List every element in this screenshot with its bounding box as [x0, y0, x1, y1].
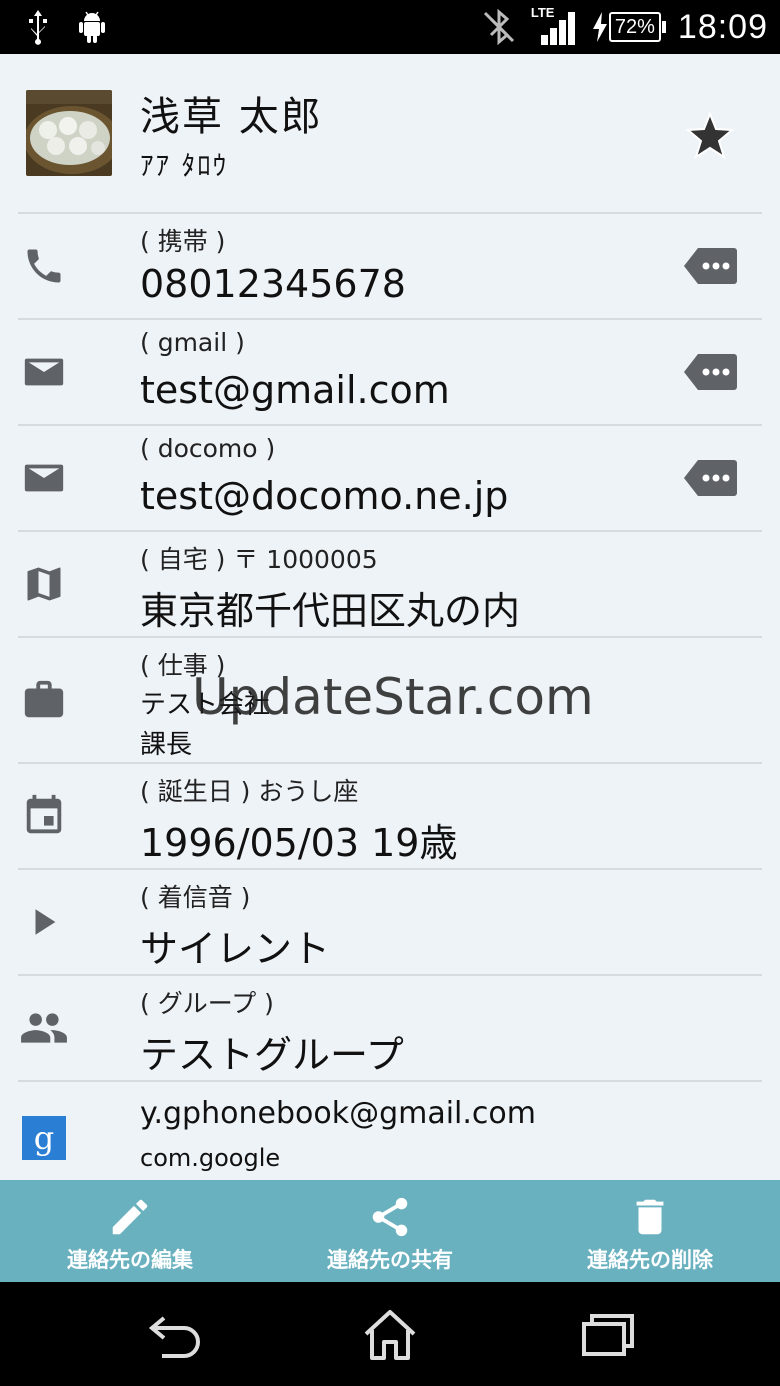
- play-icon: [18, 896, 70, 948]
- usb-icon: [29, 10, 47, 45]
- address-label: ( 自宅 ) 〒 1000005: [140, 545, 378, 574]
- delete-contact-label: 連絡先の削除: [587, 1248, 713, 1272]
- battery-percent: 72%: [608, 12, 661, 42]
- ringtone-value: サイレント: [140, 927, 331, 971]
- ringtone-row[interactable]: ( 着信音 ) サイレント: [18, 868, 762, 974]
- charging-icon: [592, 12, 607, 42]
- status-bar: LTE 72% 18:09: [0, 0, 780, 54]
- email-type-label: ( gmail ): [140, 328, 245, 357]
- job-title: 課長: [140, 730, 193, 760]
- phone-icon: [18, 240, 70, 292]
- account-email: y.gphonebook@gmail.com: [140, 1096, 536, 1131]
- calendar-icon: [18, 790, 70, 842]
- status-left: [24, 8, 108, 46]
- home-icon[interactable]: [360, 1306, 420, 1362]
- contact-detail: 浅草 太郎 ｱｱ ﾀﾛｳ ( 携帯 ) 08012345678 ( gmail …: [0, 54, 780, 1180]
- email-address: test@docomo.ne.jp: [140, 474, 509, 518]
- avatar[interactable]: [26, 90, 112, 176]
- message-icon[interactable]: [682, 352, 738, 392]
- recent-apps-icon[interactable]: [578, 1306, 638, 1362]
- delete-contact-button[interactable]: 連絡先の削除: [520, 1180, 780, 1282]
- share-contact-button[interactable]: 連絡先の共有: [260, 1180, 520, 1282]
- share-contact-label: 連絡先の共有: [327, 1248, 453, 1272]
- email-address: test@gmail.com: [140, 368, 450, 412]
- email-type-label: ( docomo ): [140, 434, 276, 463]
- pencil-icon: [112, 1199, 148, 1235]
- phone-number: 08012345678: [140, 262, 406, 306]
- clock: 18:09: [677, 7, 768, 46]
- action-bar: 連絡先の編集 連絡先の共有 連絡先の削除: [0, 1180, 780, 1282]
- message-icon[interactable]: [682, 458, 738, 498]
- birthday-row[interactable]: ( 誕生日 ) おうし座 1996/05/03 19歳: [18, 762, 762, 868]
- ringtone-label: ( 着信音 ): [140, 883, 251, 912]
- bluetooth-off-icon: [483, 8, 514, 46]
- map-icon: [18, 558, 70, 610]
- people-icon: [18, 1002, 70, 1054]
- group-label: ( グループ ): [140, 989, 274, 1018]
- group-row[interactable]: ( グループ ) テストグループ: [18, 974, 762, 1080]
- briefcase-icon: [18, 674, 70, 726]
- signal-icon: LTE: [531, 5, 579, 47]
- address-value: 東京都千代田区丸の内: [140, 589, 521, 633]
- account-row: g y.gphonebook@gmail.com com.google: [18, 1080, 762, 1180]
- account-type: com.google: [140, 1144, 281, 1172]
- phone-row[interactable]: ( 携帯 ) 08012345678: [18, 212, 762, 318]
- email-icon: [18, 346, 70, 398]
- birthday-value: 1996/05/03 19歳: [140, 821, 458, 865]
- sms-icon[interactable]: [682, 246, 738, 286]
- contact-header: 浅草 太郎 ｱｱ ﾀﾛｳ: [0, 54, 780, 212]
- svg-text:g: g: [34, 1119, 54, 1157]
- phone-type-label: ( 携帯 ): [140, 227, 226, 256]
- google-icon: g: [18, 1112, 70, 1164]
- email-icon: [18, 452, 70, 504]
- star-icon[interactable]: [684, 110, 736, 162]
- android-icon: [79, 11, 105, 43]
- email-row-docomo[interactable]: ( docomo ) test@docomo.ne.jp: [18, 424, 762, 530]
- status-right: LTE 72% 18:09: [479, 5, 768, 48]
- email-row-gmail[interactable]: ( gmail ) test@gmail.com: [18, 318, 762, 424]
- battery-indicator: 72%: [591, 11, 666, 43]
- work-row[interactable]: ( 仕事 ) テスト会社 課長: [18, 636, 762, 762]
- navigation-bar: [0, 1282, 780, 1386]
- work-label: ( 仕事 ): [140, 651, 226, 680]
- contact-name: 浅草 太郎: [140, 94, 323, 140]
- birthday-label: ( 誕生日 ) おうし座: [140, 777, 359, 806]
- address-row[interactable]: ( 自宅 ) 〒 1000005 東京都千代田区丸の内: [18, 530, 762, 636]
- group-value: テストグループ: [140, 1033, 404, 1077]
- edit-contact-label: 連絡先の編集: [67, 1248, 193, 1272]
- back-icon[interactable]: [144, 1306, 204, 1362]
- edit-contact-button[interactable]: 連絡先の編集: [0, 1180, 260, 1282]
- trash-icon: [636, 1199, 664, 1235]
- share-icon: [372, 1197, 408, 1237]
- company-name: テスト会社: [140, 690, 271, 720]
- contact-kana: ｱｱ ﾀﾛｳ: [140, 151, 229, 182]
